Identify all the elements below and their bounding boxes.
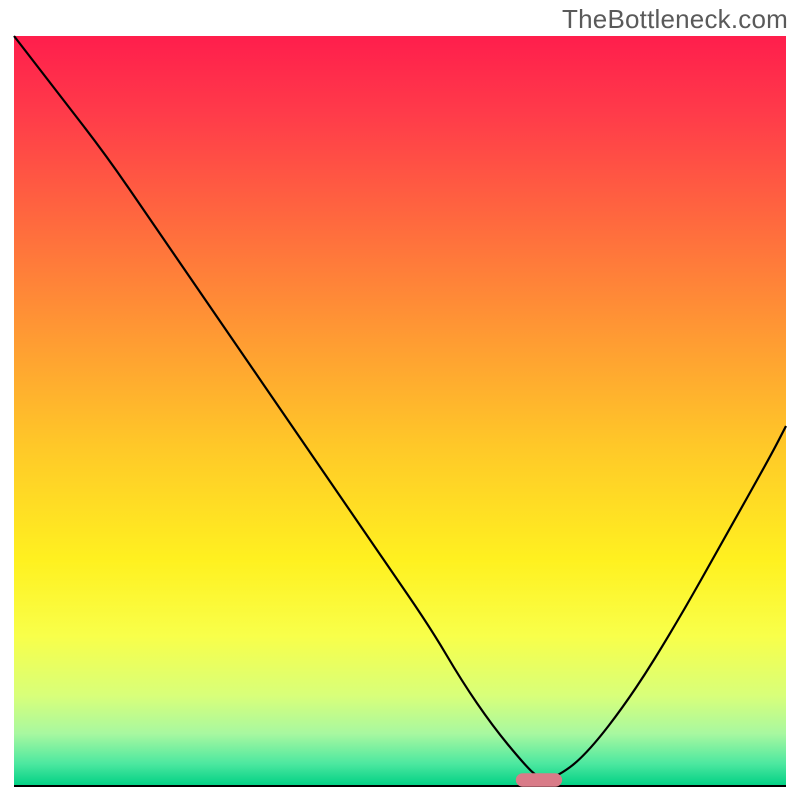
chart-svg [0,0,800,800]
watermark-text: TheBottleneck.com [562,4,788,35]
chart-background [14,36,786,786]
optimal-marker [516,773,562,787]
bottleneck-chart: TheBottleneck.com [0,0,800,800]
